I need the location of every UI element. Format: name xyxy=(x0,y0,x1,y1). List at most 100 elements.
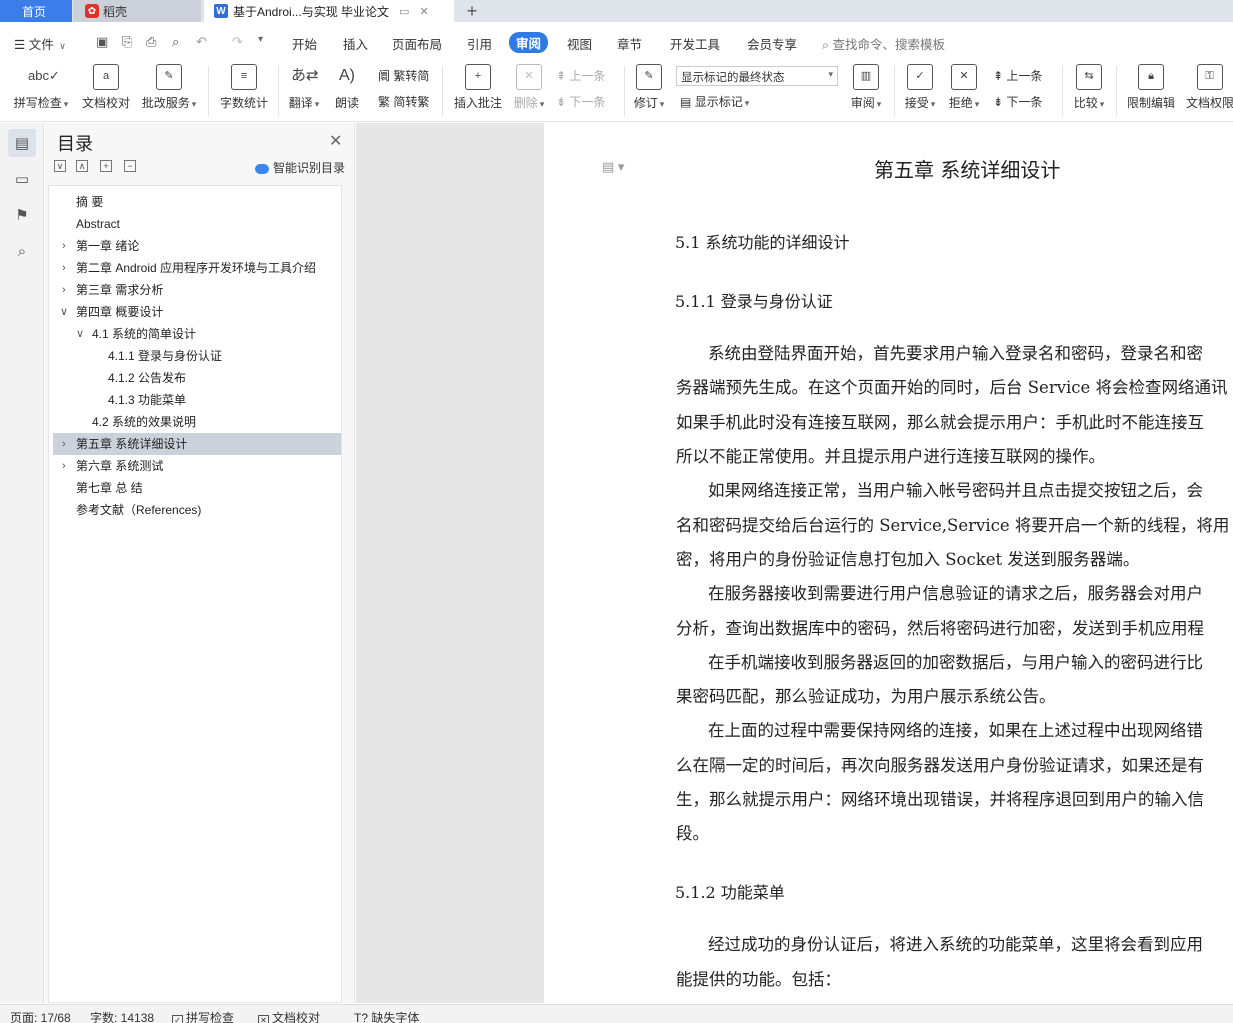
menu-start[interactable]: 开始 xyxy=(292,34,317,53)
insert-comment-button[interactable]: + 插入批注 xyxy=(452,64,504,111)
subsection-heading: 5.1.2 功能菜单 xyxy=(675,883,785,902)
page-options-icon[interactable]: ▤ ▾ xyxy=(602,159,624,175)
menu-member[interactable]: 会员专享 xyxy=(747,34,797,53)
command-search[interactable]: ⌕ 查找命令、搜索模板 xyxy=(822,34,945,53)
track-changes-button[interactable]: ✎ 修订 ▾ xyxy=(632,64,666,111)
menu-chapter[interactable]: 章节 xyxy=(617,34,642,53)
toc-item[interactable]: 第六章 系统测试 xyxy=(53,455,341,477)
trad-to-simp-label: 繁转简 xyxy=(393,69,430,83)
undo-icon[interactable]: ↶ xyxy=(196,34,207,50)
smart-toc-button[interactable]: 智能识别目录 xyxy=(255,159,345,176)
toc-item[interactable]: 4.1.1 登录与身份认证 xyxy=(53,345,341,367)
menu-insert[interactable]: 插入 xyxy=(343,34,368,53)
review-pane-button[interactable]: ▥ 审阅 ▾ xyxy=(846,64,886,111)
new-tab-button[interactable]: + xyxy=(462,0,482,22)
body-line: 在手机端接收到服务器返回的加密数据后，与用户输入的密码进行比 xyxy=(708,653,1203,672)
toc-item[interactable]: 4.2 系统的效果说明 xyxy=(53,411,341,433)
accept-icon: ✓ xyxy=(907,64,933,90)
status-missing-font[interactable]: T? 缺失字体 xyxy=(354,1009,419,1023)
toc-item-selected[interactable]: 第五章 系统详细设计 xyxy=(53,433,341,455)
menu-view[interactable]: 视图 xyxy=(567,34,592,53)
read-aloud-button[interactable]: A) 朗读 xyxy=(332,64,362,111)
print-icon[interactable]: ⎙ xyxy=(146,34,156,50)
toc-item[interactable]: 参考文献（References) xyxy=(53,499,341,521)
title-tab-bar: 首页 ✿ 稻壳 W 基于Androi...与实现 毕业论文 ▭ ✕ + xyxy=(0,0,1233,22)
status-doc-proofread[interactable]: ✕ 文档校对 xyxy=(258,1009,320,1023)
document-page[interactable]: ▤ ▾ 第五章 系统详细设计 5.1 系统功能的详细设计 5.1.1 登录与身份… xyxy=(544,123,1233,1003)
spell-check-icon: abc✓ xyxy=(28,68,60,83)
toc-item[interactable]: 第一章 绪论 xyxy=(53,235,341,257)
restrict-edit-button[interactable]: 🔒︎ 限制编辑 xyxy=(1124,64,1178,111)
tab-document[interactable]: W 基于Androi...与实现 毕业论文 ▭ ✕ xyxy=(204,0,454,22)
spell-check-button[interactable]: abc✓ 拼写检查 ▾ xyxy=(12,64,70,111)
markup-mode-select[interactable]: 显示标记的最终状态 ▾ xyxy=(676,66,838,86)
toc-item[interactable]: 4.1.3 功能菜单 xyxy=(53,389,341,411)
delete-comment-button[interactable]: ✕ 删除 ▾ xyxy=(512,64,546,111)
toc-item[interactable]: 第二章 Android 应用程序开发环境与工具介绍 xyxy=(53,257,333,279)
toc-item[interactable]: 4.1 系统的简单设计 xyxy=(53,323,341,345)
simp-to-trad-button[interactable]: 繁 简转繁 xyxy=(378,93,429,110)
status-spell-check[interactable]: ✓ 拼写检查 xyxy=(172,1009,234,1023)
word-count-icon: ≡ xyxy=(231,64,257,90)
tab-home[interactable]: 首页 xyxy=(0,0,72,22)
prev-comment-button[interactable]: ⇞ 上一条 xyxy=(556,67,605,84)
expand-all-icon[interactable]: ∧ xyxy=(76,160,88,172)
toc-nav-icon[interactable]: ▤ xyxy=(8,129,36,157)
quick-access-dropdown-icon[interactable]: ▾ xyxy=(258,34,263,45)
menu-review[interactable]: 审阅 xyxy=(509,32,549,53)
menu-dev-tools[interactable]: 开发工具 xyxy=(670,34,720,53)
word-count-button[interactable]: ≡ 字数统计 xyxy=(218,64,270,111)
accept-button[interactable]: ✓ 接受 ▾ xyxy=(902,64,938,111)
next-change-button[interactable]: ⇟ 下一条 xyxy=(993,93,1042,110)
reject-button[interactable]: ✕ 拒绝 ▾ xyxy=(946,64,982,111)
toc-item[interactable]: 第七章 总 结 xyxy=(53,477,341,499)
ribbon-separator xyxy=(442,66,443,116)
translate-button[interactable]: あ⇄ 翻译 ▾ xyxy=(286,64,322,111)
collapse-all-icon[interactable]: ∨ xyxy=(54,160,66,172)
trad-to-simp-icon: 阛 xyxy=(378,69,391,83)
toc-item[interactable]: 摘 要 xyxy=(53,191,341,213)
page-indicator[interactable]: 页面: 17/68 xyxy=(10,1009,71,1023)
body-line: 么在隔一定的时间后，再次向服务器发送用户身份验证请求，如果还是有 xyxy=(676,756,1204,775)
remove-heading-icon[interactable]: − xyxy=(124,160,136,172)
bookmark-icon[interactable]: ⚑ xyxy=(8,201,36,229)
menu-page-layout[interactable]: 页面布局 xyxy=(392,34,442,53)
prev-change-button[interactable]: ⇞ 上一条 xyxy=(993,67,1042,84)
trad-to-simp-button[interactable]: 阛 繁转简 xyxy=(378,67,429,84)
file-menu[interactable]: ☰ 文件 ∨ xyxy=(14,34,66,53)
export-icon[interactable]: ⎘ xyxy=(122,34,132,50)
search-icon[interactable]: ⌕ xyxy=(8,237,36,265)
review-ribbon: abc✓ 拼写检查 ▾ a 文档校对 ✎ 批改服务 ▾ ≡ 字数统计 あ⇄ 翻译 ▾ A) 朗读 … xyxy=(0,60,1233,122)
tab-docer[interactable]: ✿ 稻壳 xyxy=(73,0,201,22)
next-comment-button[interactable]: ⇟ 下一条 xyxy=(556,93,605,110)
simp-to-trad-icon: 繁 xyxy=(378,95,391,109)
menu-bar: ☰ 文件 ∨ ▣ ⎘ ⎙ ⌕ ↶ ↷ ▾ 开始 插入 页面布局 引用 审阅 视图… xyxy=(0,24,1233,58)
tab-home-label: 首页 xyxy=(22,4,47,19)
word-count-indicator[interactable]: 字数: 14138 xyxy=(90,1009,154,1023)
read-aloud-icon: A) xyxy=(339,67,355,84)
chevron-right-icon[interactable]: › xyxy=(62,438,66,450)
save-icon[interactable]: ▣ xyxy=(96,34,108,50)
toc-item[interactable]: Abstract xyxy=(53,213,341,235)
close-icon[interactable]: ✕ xyxy=(329,131,342,151)
batch-service-button[interactable]: ✎ 批改服务 ▾ xyxy=(140,64,198,111)
add-heading-icon[interactable]: + xyxy=(100,160,112,172)
compare-button[interactable]: ⇆ 比较 ▾ xyxy=(1070,64,1108,111)
checkbox-icon: ✕ xyxy=(258,1015,269,1023)
toc-item[interactable]: 第四章 概要设计 xyxy=(53,301,341,323)
body-line: 在上面的过程中需要保持网络的连接，如果在上述过程中出现网络错 xyxy=(708,721,1203,740)
redo-icon[interactable]: ↷ xyxy=(232,34,243,50)
doc-proofread-button[interactable]: a 文档校对 xyxy=(80,64,132,111)
body-line: 能提供的功能。包括： xyxy=(676,970,841,989)
review-pane-label: 审阅 xyxy=(850,96,875,110)
toc-item[interactable]: 第三章 需求分析 xyxy=(53,279,341,301)
toc-item[interactable]: 4.1.2 公告发布 xyxy=(53,367,341,389)
chapter-nav-icon[interactable]: ▭ xyxy=(8,165,36,193)
show-markup-button[interactable]: ▤ 显示标记 ▾ xyxy=(680,93,749,110)
print-preview-icon[interactable]: ⌕ xyxy=(172,34,179,50)
tab-close-icon[interactable]: ✕ xyxy=(419,5,428,18)
tab-screen-icon[interactable]: ▭ xyxy=(399,5,409,18)
batch-service-label: 批改服务 xyxy=(141,96,190,110)
menu-reference[interactable]: 引用 xyxy=(467,34,492,53)
doc-permission-button[interactable]: ⚿ 文档权限 xyxy=(1186,64,1233,111)
